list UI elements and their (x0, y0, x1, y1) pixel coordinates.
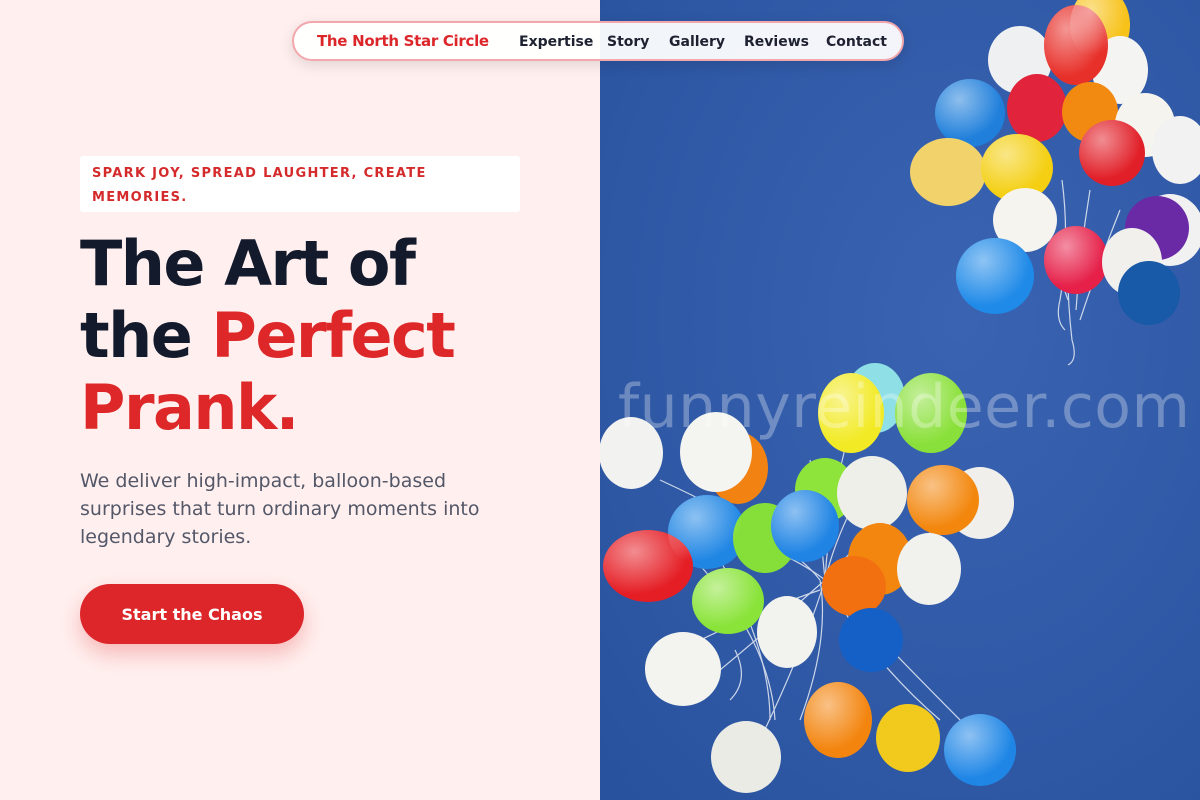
headline-line-2: the Perfect (80, 300, 590, 372)
nav-link-contact[interactable]: Contact (826, 34, 887, 50)
hero-description: We deliver high-impact, balloon-based su… (80, 470, 480, 548)
nav-link-reviews[interactable]: Reviews (744, 34, 809, 50)
nav-link-gallery[interactable]: Gallery (669, 34, 725, 50)
headline-line-1: The Art of (80, 227, 416, 300)
hero-tagline: SPARK JOY, SPREAD LAUGHTER, CREATE MEMOR… (80, 156, 520, 212)
top-navigation: The North Star Circle Expertise Story Ga… (292, 21, 904, 61)
headline-line-2-accent: Perfect (211, 299, 455, 372)
nav-link-expertise[interactable]: Expertise (519, 34, 593, 50)
headline-line-2-plain: the (80, 299, 212, 372)
hero-headline: The Art of the Perfect Prank. (80, 228, 590, 444)
brand-logo-link[interactable]: The North Star Circle (317, 32, 489, 50)
headline-line-3-accent: Prank. (80, 371, 299, 444)
hero-image-balloons (600, 0, 1200, 800)
hero-left-panel: SPARK JOY, SPREAD LAUGHTER, CREATE MEMOR… (0, 0, 600, 800)
balloons-photo (600, 0, 1200, 800)
start-the-chaos-button[interactable]: Start the Chaos (80, 584, 304, 644)
nav-link-story[interactable]: Story (607, 34, 649, 50)
page: SPARK JOY, SPREAD LAUGHTER, CREATE MEMOR… (0, 0, 1200, 800)
